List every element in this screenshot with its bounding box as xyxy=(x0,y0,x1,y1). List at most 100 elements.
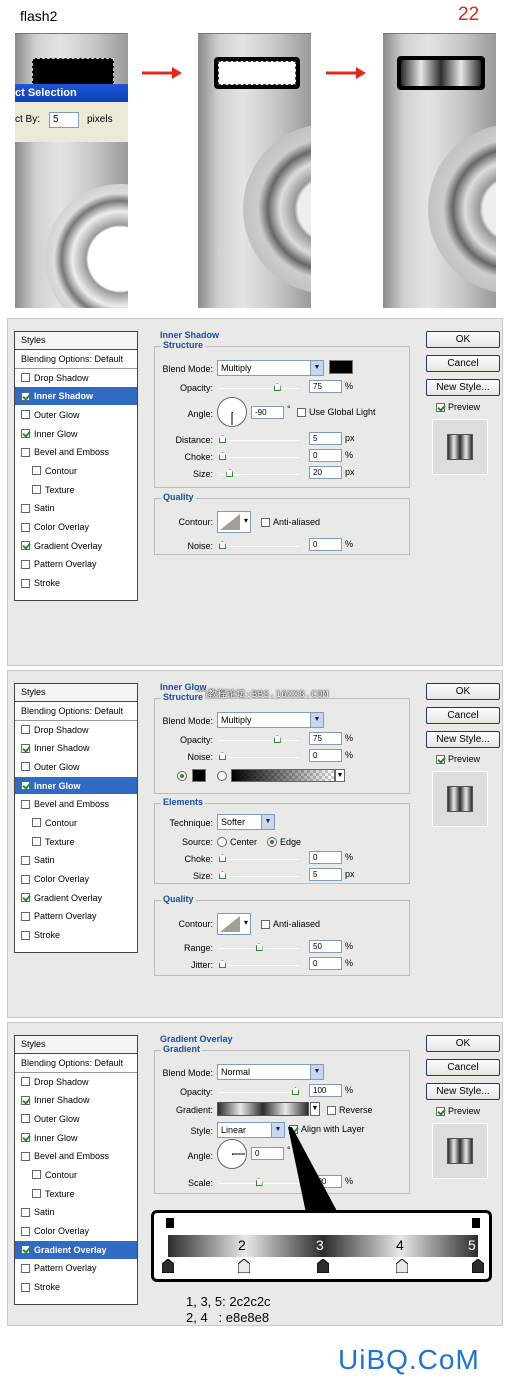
glow-gradient-swatch[interactable] xyxy=(231,769,335,782)
shadow-color-swatch[interactable] xyxy=(329,360,353,374)
angle-input[interactable]: -90 xyxy=(251,406,284,419)
style-satin[interactable]: Satin xyxy=(15,500,137,519)
cancel-button[interactable]: Cancel xyxy=(426,1059,500,1076)
choke-slider[interactable] xyxy=(219,452,299,460)
style-drop-shadow[interactable]: Drop Shadow xyxy=(15,1073,137,1092)
preview-checkbox[interactable]: Preview xyxy=(436,1106,480,1116)
color-stop-3-icon[interactable] xyxy=(317,1259,329,1273)
new-style-button[interactable]: New Style... xyxy=(426,731,500,748)
range-slider[interactable] xyxy=(219,943,299,951)
source-edge-radio[interactable]: Edge xyxy=(267,837,301,847)
noise-slider[interactable] xyxy=(219,541,299,549)
chevron-down-icon[interactable]: ▼ xyxy=(335,769,345,782)
style-outer-glow[interactable]: Outer Glow xyxy=(15,406,137,425)
distance-slider[interactable] xyxy=(219,435,299,443)
style-inner-shadow[interactable]: Inner Shadow xyxy=(15,739,137,759)
jitter-input[interactable]: 0 xyxy=(309,957,342,970)
ok-button[interactable]: OK xyxy=(426,683,500,700)
global-light-checkbox[interactable]: Use Global Light xyxy=(297,407,376,417)
new-style-button[interactable]: New Style... xyxy=(426,379,500,396)
style-inner-glow[interactable]: Inner Glow xyxy=(15,1129,137,1148)
color-stop-5-icon[interactable] xyxy=(472,1259,484,1273)
noise-input[interactable]: 0 xyxy=(309,749,342,762)
contract-input[interactable]: 5 xyxy=(49,112,79,128)
style-texture[interactable]: Texture xyxy=(15,833,137,852)
new-style-button[interactable]: New Style... xyxy=(426,1083,500,1100)
style-inner-glow[interactable]: Inner Glow xyxy=(15,776,137,796)
style-texture[interactable]: Texture xyxy=(15,481,137,500)
angle-input[interactable]: 0 xyxy=(251,1147,284,1160)
blend-mode-select[interactable]: Multiply ▼ xyxy=(217,712,324,728)
color-stop-1-icon[interactable] xyxy=(162,1259,174,1273)
cancel-button[interactable]: Cancel xyxy=(426,707,500,724)
noise-input[interactable]: 0 xyxy=(309,538,342,551)
reverse-checkbox[interactable]: Reverse xyxy=(327,1105,373,1115)
cancel-button[interactable]: Cancel xyxy=(426,355,500,372)
style-inner-glow[interactable]: Inner Glow xyxy=(15,425,137,444)
range-input[interactable]: 50 xyxy=(309,940,342,953)
style-contour[interactable]: Contour xyxy=(15,1166,137,1185)
style-drop-shadow[interactable]: Drop Shadow xyxy=(15,721,137,740)
chevron-down-icon[interactable]: ▼ xyxy=(310,1102,320,1116)
style-satin[interactable]: Satin xyxy=(15,1204,137,1223)
blend-mode-select[interactable]: Normal ▼ xyxy=(217,1064,324,1080)
choke-input[interactable]: 0 xyxy=(309,449,342,462)
contour-picker[interactable] xyxy=(217,511,251,533)
size-input[interactable]: 20 xyxy=(309,466,342,479)
style-bevel-emboss[interactable]: Bevel and Emboss xyxy=(15,443,137,463)
style-satin[interactable]: Satin xyxy=(15,852,137,871)
size-slider[interactable] xyxy=(219,871,299,879)
scale-slider[interactable] xyxy=(219,1178,299,1186)
technique-select[interactable]: Softer ▼ xyxy=(217,814,275,830)
anti-aliased-checkbox[interactable]: Anti-aliased xyxy=(261,517,320,527)
opacity-input[interactable]: 75 xyxy=(309,732,342,745)
style-color-overlay[interactable]: Color Overlay xyxy=(15,870,137,889)
style-select[interactable]: Linear ▼ xyxy=(217,1122,285,1138)
style-stroke[interactable]: Stroke xyxy=(15,926,137,945)
preview-checkbox[interactable]: Preview xyxy=(436,754,480,764)
choke-slider[interactable] xyxy=(219,854,299,862)
size-slider[interactable] xyxy=(219,469,299,477)
blend-mode-select[interactable]: Multiply ▼ xyxy=(217,360,324,376)
preview-checkbox[interactable]: Preview xyxy=(436,402,480,412)
style-outer-glow[interactable]: Outer Glow xyxy=(15,1110,137,1129)
style-gradient-overlay[interactable]: Gradient Overlay xyxy=(15,889,137,908)
jitter-slider[interactable] xyxy=(219,960,299,968)
style-inner-shadow[interactable]: Inner Shadow xyxy=(15,1091,137,1111)
style-inner-shadow[interactable]: Inner Shadow xyxy=(15,387,137,407)
style-blending-options[interactable]: Blending Options: Default xyxy=(15,702,137,721)
style-color-overlay[interactable]: Color Overlay xyxy=(15,518,137,537)
style-pattern-overlay[interactable]: Pattern Overlay xyxy=(15,908,137,927)
style-color-overlay[interactable]: Color Overlay xyxy=(15,1222,137,1241)
source-center-radio[interactable]: Center xyxy=(217,837,257,847)
style-pattern-overlay[interactable]: Pattern Overlay xyxy=(15,556,137,575)
gradient-swatch[interactable] xyxy=(217,1102,309,1116)
choke-input[interactable]: 0 xyxy=(309,851,342,864)
opacity-input[interactable]: 100 xyxy=(309,1084,342,1097)
contour-picker[interactable] xyxy=(217,913,251,935)
style-blending-options[interactable]: Blending Options: Default xyxy=(15,1054,137,1073)
style-contour[interactable]: Contour xyxy=(15,462,137,481)
style-gradient-overlay[interactable]: Gradient Overlay xyxy=(15,1240,137,1260)
opacity-stop-left[interactable] xyxy=(166,1218,174,1228)
style-stroke[interactable]: Stroke xyxy=(15,1278,137,1297)
style-bevel-emboss[interactable]: Bevel and Emboss xyxy=(15,1147,137,1167)
style-stroke[interactable]: Stroke xyxy=(15,574,137,593)
glow-color-swatch[interactable] xyxy=(192,769,206,782)
style-contour[interactable]: Contour xyxy=(15,814,137,833)
style-pattern-overlay[interactable]: Pattern Overlay xyxy=(15,1260,137,1279)
size-input[interactable]: 5 xyxy=(309,868,342,881)
color-stop-2-icon[interactable] xyxy=(238,1259,250,1273)
angle-dial[interactable] xyxy=(217,397,247,427)
style-drop-shadow[interactable]: Drop Shadow xyxy=(15,369,137,388)
style-bevel-emboss[interactable]: Bevel and Emboss xyxy=(15,795,137,815)
angle-dial[interactable] xyxy=(217,1139,247,1169)
style-texture[interactable]: Texture xyxy=(15,1185,137,1204)
opacity-stop-right[interactable] xyxy=(472,1218,480,1228)
opacity-slider[interactable] xyxy=(219,735,299,743)
color-radio[interactable] xyxy=(177,771,187,781)
style-gradient-overlay[interactable]: Gradient Overlay xyxy=(15,537,137,556)
anti-aliased-checkbox[interactable]: Anti-aliased xyxy=(261,919,320,929)
opacity-input[interactable]: 75 xyxy=(309,380,342,393)
ok-button[interactable]: OK xyxy=(426,1035,500,1052)
